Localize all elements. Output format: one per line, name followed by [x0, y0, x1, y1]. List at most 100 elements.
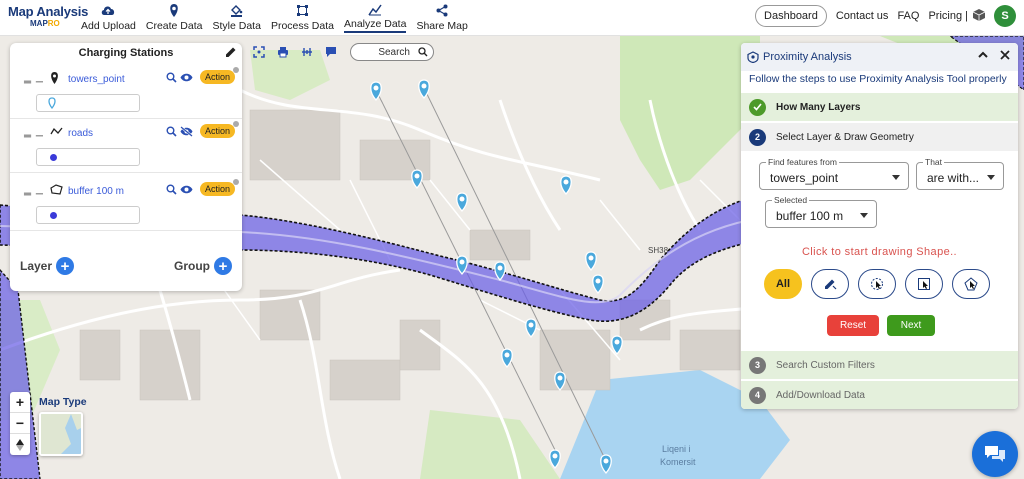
pricing-link[interactable]: Pricing |	[928, 10, 968, 22]
layer-panel-footer: Layer + Group +	[20, 257, 232, 275]
step-add-download[interactable]: 4 Add/Download Data	[741, 381, 1018, 409]
paint-bucket-icon	[230, 3, 243, 18]
map-thumbnail-image	[41, 414, 81, 454]
layer-row: ═ ─ roads Action	[10, 119, 242, 173]
map-type-label: Map Type	[39, 396, 87, 408]
shape-circle-button[interactable]	[858, 269, 896, 299]
lake-label-2: Komersit	[660, 457, 696, 467]
comment-icon[interactable]	[322, 43, 340, 61]
pencil-icon[interactable]	[225, 46, 237, 61]
layer-status-dot	[233, 121, 239, 127]
map-pin-icon	[169, 3, 179, 18]
zoom-out-button[interactable]: −	[10, 413, 30, 434]
close-icon[interactable]	[998, 48, 1012, 65]
add-group-button[interactable]: Group +	[174, 257, 232, 275]
proximity-header: Proximity Analysis	[741, 43, 1018, 71]
field-label: Find features from	[766, 157, 839, 167]
dashboard-button[interactable]: Dashboard	[755, 5, 827, 27]
selected-layer-select[interactable]: Selected buffer 100 m	[765, 195, 877, 228]
collapse-chevron-icon[interactable]	[976, 48, 990, 65]
add-group-label: Group	[174, 259, 210, 273]
search-icon	[418, 47, 428, 57]
chat-bubble-icon	[985, 446, 1005, 462]
layer-panel: Charging Stations ═ ─ towers_point Actio…	[10, 43, 242, 291]
search-label: Search	[378, 46, 410, 58]
cube-icon[interactable]	[972, 8, 986, 25]
step-select-layer[interactable]: 2 Select Layer & Draw Geometry	[741, 123, 1018, 151]
plus-icon: +	[214, 257, 232, 275]
menu-process-data[interactable]: Process Data	[266, 3, 339, 33]
top-navbar: Map Analysis MAPRO Add Upload Create Dat…	[0, 0, 1024, 36]
zoom-to-layer-icon[interactable]	[166, 72, 177, 86]
step-number: 2	[749, 128, 766, 146]
action-button[interactable]: Action	[200, 182, 236, 196]
layer-name[interactable]: towers_point	[68, 74, 125, 85]
rectangle-select-icon	[918, 278, 930, 290]
zoom-to-layer-icon[interactable]	[166, 184, 177, 198]
step-custom-filters[interactable]: 3 Search Custom Filters	[741, 351, 1018, 379]
action-button[interactable]: Action	[200, 124, 236, 138]
draw-hint: Click to start drawing Shape..	[801, 246, 958, 258]
menu-create-data[interactable]: Create Data	[141, 3, 208, 33]
analyze-chart-icon	[368, 3, 382, 16]
road-label: SH38	[648, 246, 669, 255]
zoom-in-button[interactable]: +	[10, 392, 30, 413]
layer-style-swatch[interactable]	[36, 206, 140, 224]
chevron-down-icon	[987, 175, 995, 180]
point-style-icon	[48, 97, 56, 109]
step-how-many-layers[interactable]: How Many Layers	[741, 93, 1018, 121]
step-label: Add/Download Data	[776, 389, 865, 401]
layer-style-swatch[interactable]	[36, 94, 140, 112]
menu-add-upload[interactable]: Add Upload	[76, 3, 141, 33]
contact-link[interactable]: Contact us	[836, 10, 889, 22]
next-button[interactable]: Next	[887, 315, 935, 336]
layer-panel-title: Charging Stations	[78, 47, 174, 59]
check-icon	[749, 98, 766, 116]
polygon-select-icon	[964, 277, 978, 291]
drag-handle-icon[interactable]: ═ ─	[24, 131, 44, 142]
map-search-input[interactable]: Search	[350, 43, 434, 61]
style-dot	[50, 154, 57, 161]
add-layer-button[interactable]: Layer +	[20, 257, 75, 275]
cloud-upload-icon	[101, 3, 115, 18]
eye-icon[interactable]	[180, 184, 193, 198]
step-label: Select Layer & Draw Geometry	[776, 131, 914, 143]
eye-icon[interactable]	[180, 72, 193, 86]
shape-rectangle-button[interactable]	[905, 269, 943, 299]
shape-polygon-button[interactable]	[952, 269, 990, 299]
layer-row: ═ ─ towers_point Action	[10, 65, 242, 119]
step-number: 4	[749, 386, 766, 404]
field-label: That	[923, 157, 945, 167]
menu-share-map[interactable]: Share Map	[411, 3, 472, 33]
action-button[interactable]: Action	[200, 70, 236, 84]
drag-handle-icon[interactable]: ═ ─	[24, 77, 44, 88]
drag-handle-icon[interactable]: ═ ─	[24, 189, 44, 200]
avatar[interactable]: S	[994, 5, 1016, 27]
compass-icon[interactable]	[10, 434, 30, 455]
find-features-select[interactable]: Find features from towers_point	[759, 157, 909, 190]
layer-row: ═ ─ buffer 100 m Action	[10, 177, 242, 231]
menu-style-data[interactable]: Style Data	[208, 3, 266, 33]
layer-name[interactable]: roads	[68, 128, 93, 139]
shape-draw-button[interactable]	[811, 269, 849, 299]
eye-off-icon[interactable]	[180, 126, 193, 140]
style-dot	[50, 212, 57, 219]
menu-analyze-data[interactable]: Analyze Data	[339, 3, 411, 33]
main-menu: Add Upload Create Data Style Data Proces…	[76, 3, 473, 33]
that-select[interactable]: That are with...	[916, 157, 1004, 190]
zoom-control: + −	[10, 392, 30, 455]
measure-icon[interactable]	[298, 43, 316, 61]
shape-all-button[interactable]: All	[764, 269, 802, 299]
map-type-thumbnail[interactable]	[39, 412, 83, 456]
reset-button[interactable]: Reset	[827, 315, 879, 336]
proximity-panel: Proximity Analysis Follow the steps to u…	[741, 43, 1018, 409]
proximity-title: Proximity Analysis	[763, 51, 852, 63]
layer-style-swatch[interactable]	[36, 148, 140, 166]
zoom-to-layer-icon[interactable]	[166, 126, 177, 140]
chat-support-button[interactable]	[972, 431, 1018, 477]
draw-pen-icon	[825, 279, 837, 290]
print-icon[interactable]	[274, 43, 292, 61]
fullscreen-icon[interactable]	[250, 43, 268, 61]
layer-name[interactable]: buffer 100 m	[68, 186, 124, 197]
faq-link[interactable]: FAQ	[897, 10, 919, 22]
